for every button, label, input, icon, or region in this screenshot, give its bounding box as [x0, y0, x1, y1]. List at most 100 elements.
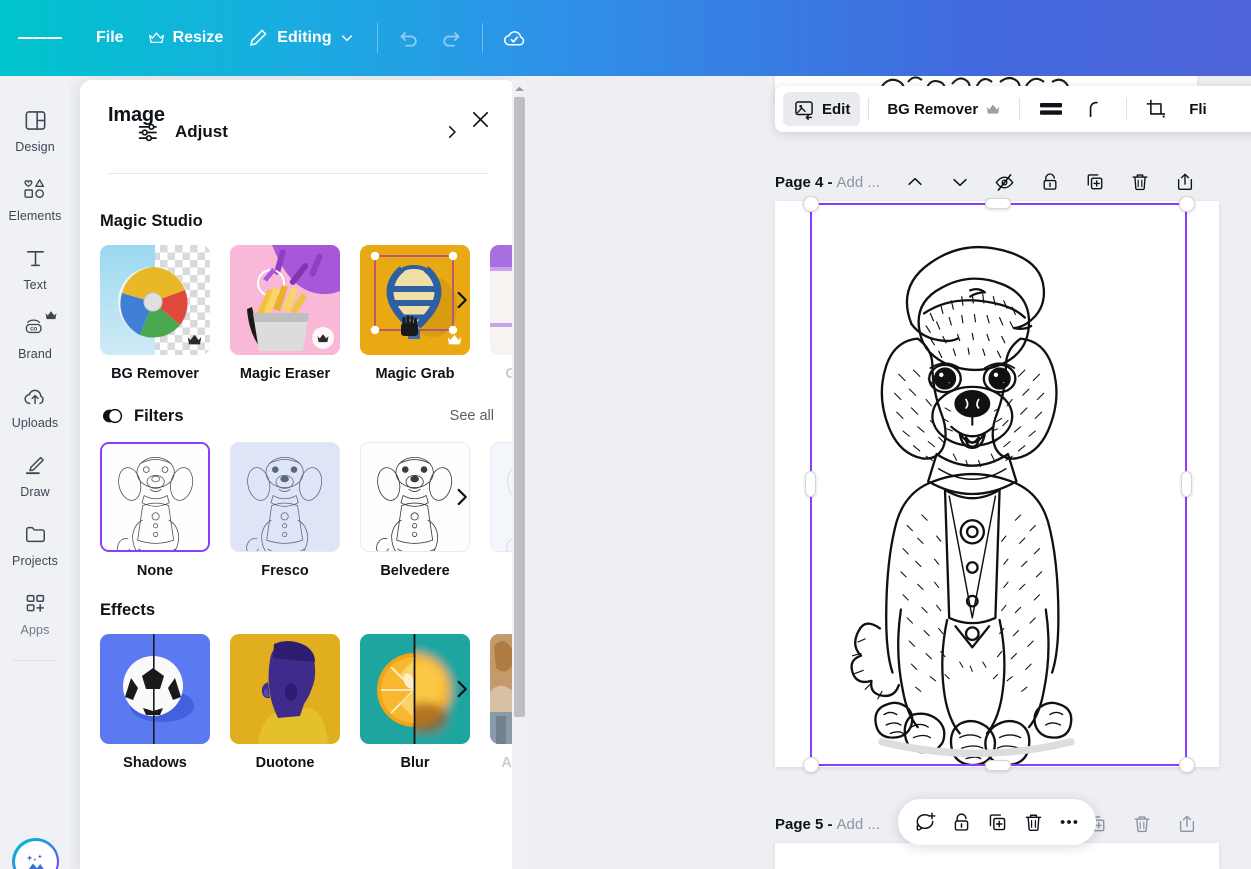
chevron-up-icon[interactable] — [898, 165, 932, 199]
left-sidebar-rail: Design Elements Text co Brand Uploads Dr… — [0, 76, 70, 869]
magic-sparkle-icon[interactable] — [12, 838, 59, 869]
image-format-toolbar: Edit BG Remover Fli — [775, 86, 1251, 132]
magic-studio-card-bg-remover[interactable]: BG Remover — [100, 245, 210, 382]
delete-icon[interactable] — [1123, 165, 1157, 199]
lock-icon[interactable] — [1033, 165, 1067, 199]
effect-card-label: Shadows — [123, 755, 187, 771]
sidebar-item-projects[interactable]: Projects — [1, 512, 69, 575]
chevron-down-icon[interactable] — [943, 165, 977, 199]
edit-image-icon — [793, 98, 815, 120]
sidebar-item-text[interactable]: Text — [1, 236, 69, 299]
redo-icon[interactable] — [430, 17, 472, 59]
file-menu-button[interactable]: File — [84, 18, 136, 58]
selection-handle-top-center[interactable] — [985, 198, 1011, 209]
magic-studio-title: Magic Studio — [100, 212, 203, 230]
effects-next-icon[interactable] — [447, 674, 477, 704]
effect-card-label: Duotone — [255, 755, 315, 771]
sidebar-item-label: Elements — [8, 209, 62, 223]
selection-handle-top-left[interactable] — [803, 196, 819, 212]
resize-label: Resize — [172, 29, 224, 46]
selection-handle-middle-right[interactable] — [1181, 471, 1192, 497]
effect-card-label: Blur — [400, 755, 430, 771]
editing-mode-button[interactable]: Editing — [235, 18, 367, 58]
selection-handle-bottom-right[interactable] — [1179, 757, 1195, 773]
filters-next-icon[interactable] — [447, 482, 477, 512]
duplicate-icon[interactable] — [1078, 165, 1112, 199]
effects-title: Effects — [100, 601, 156, 619]
comment-add-icon[interactable] — [908, 805, 942, 839]
caret-up-icon[interactable] — [514, 84, 525, 94]
fries-pink-eraser-thumb — [230, 245, 340, 355]
selection-handle-bottom-left[interactable] — [803, 757, 819, 773]
hide-page-icon[interactable] — [988, 165, 1022, 199]
effect-card-duotone[interactable]: Duotone — [230, 634, 340, 771]
adjust-row[interactable]: Adjust — [122, 105, 475, 159]
transparency-button[interactable] — [1028, 92, 1074, 126]
filters-see-all-link[interactable]: See all — [450, 408, 497, 424]
edit-image-label: Edit — [822, 100, 851, 118]
filter-card-fresco[interactable]: Fresco — [230, 442, 340, 579]
sidebar-item-elements[interactable]: Elements — [1, 167, 69, 230]
delete-icon[interactable] — [1125, 807, 1159, 841]
close-icon[interactable] — [463, 102, 497, 136]
chevron-down-icon — [339, 30, 355, 46]
effects-cards: Shadows Duotone Blur A — [100, 634, 517, 771]
editing-mode-label: Editing — [277, 29, 332, 46]
design-icon — [23, 107, 48, 133]
filter-card-none[interactable]: None — [100, 442, 210, 579]
resize-button[interactable]: Resize — [136, 18, 236, 58]
filters-cards: None Fresco Belvedere — [100, 442, 517, 579]
flip-button[interactable]: Fli — [1179, 92, 1217, 126]
selection-handle-bottom-center[interactable] — [985, 760, 1011, 771]
magic-studio-card-label: Magic Grab — [375, 366, 455, 382]
page-5-add-title[interactable]: Add ... — [837, 816, 880, 833]
hamburger-icon[interactable] — [18, 16, 63, 60]
page-canvas-5[interactable] — [775, 843, 1219, 869]
more-options-icon[interactable] — [1052, 805, 1086, 839]
page-canvas-4[interactable] — [775, 201, 1219, 767]
undo-icon[interactable] — [388, 17, 430, 59]
corner-radius-button[interactable] — [1076, 92, 1118, 126]
panel-scrollbar-thumb[interactable] — [514, 97, 525, 717]
panel-header: Image Adjust — [80, 80, 517, 190]
crown-icon — [312, 327, 334, 349]
brand-icon: co — [22, 306, 61, 340]
cloud-check-icon[interactable] — [493, 17, 535, 59]
selection-handle-middle-left[interactable] — [805, 471, 816, 497]
panel-scrollbar-track[interactable] — [512, 80, 527, 869]
sidebar-divider — [12, 660, 58, 661]
magic-sparkle-inner — [14, 840, 57, 869]
page-4-add-title[interactable]: Add ... — [837, 174, 880, 191]
magic-studio-header: Magic Studio — [100, 212, 497, 231]
duplicate-icon[interactable] — [980, 805, 1014, 839]
magic-studio-next-icon[interactable] — [447, 285, 477, 315]
filters-icon — [100, 404, 124, 428]
effect-card-shadows[interactable]: Shadows — [100, 634, 210, 771]
crop-button[interactable] — [1135, 92, 1177, 126]
magic-studio-section: Magic Studio BG Remover Magic Eraser Mag… — [80, 190, 517, 382]
sidebar-item-apps[interactable]: Apps — [1, 581, 69, 644]
delete-icon[interactable] — [1016, 805, 1050, 839]
add-page-icon[interactable] — [1170, 807, 1204, 841]
sidebar-item-brand[interactable]: co Brand — [1, 305, 69, 368]
bg-remover-button[interactable]: BG Remover — [877, 92, 1011, 126]
soccer-ball-blue-thumb — [100, 634, 210, 744]
page-4-header: Page 4 - Add ... — [775, 165, 1202, 199]
sidebar-item-draw[interactable]: Draw — [1, 443, 69, 506]
sidebar-item-label: Brand — [18, 347, 52, 361]
add-page-icon[interactable] — [1168, 165, 1202, 199]
image-side-panel: Image Adjust Magic Studio BG Remover Mag… — [80, 80, 517, 869]
filter-card-label: None — [136, 563, 174, 579]
lock-icon[interactable] — [944, 805, 978, 839]
sidebar-item-label: Uploads — [11, 416, 59, 430]
svg-text:co: co — [30, 326, 37, 333]
selection-handle-top-right[interactable] — [1179, 196, 1195, 212]
edit-image-button[interactable]: Edit — [783, 92, 861, 126]
sidebar-item-uploads[interactable]: Uploads — [1, 374, 69, 437]
crop-icon — [1145, 98, 1167, 120]
uploads-icon — [22, 383, 49, 409]
sidebar-item-design[interactable]: Design — [1, 98, 69, 161]
sidebar-item-label: Draw — [20, 485, 50, 499]
filters-section: Filters See all None Fresco Belvedere — [80, 382, 517, 579]
magic-studio-card-magic-eraser[interactable]: Magic Eraser — [230, 245, 340, 382]
